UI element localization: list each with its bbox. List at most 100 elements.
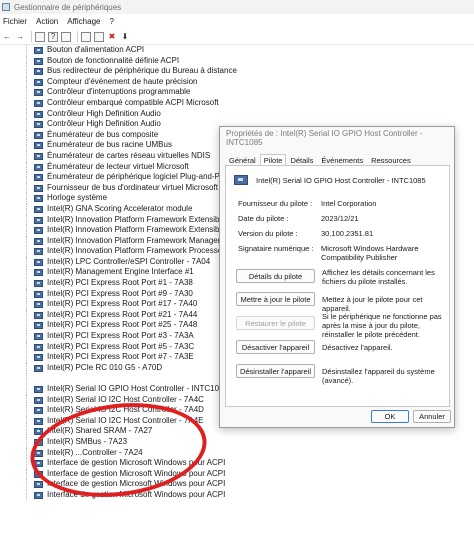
tree-guide-line bbox=[26, 373, 27, 384]
tree-item-label: Fournisseur de bus d'ordinateur virtuel … bbox=[47, 182, 235, 192]
system-device-icon bbox=[34, 407, 43, 415]
tree-item-label: Interface de gestion Microsoft Windows p… bbox=[47, 489, 226, 499]
tree-item-label: Interface de gestion Microsoft Windows p… bbox=[47, 468, 226, 478]
tree-guide-line bbox=[26, 415, 27, 427]
tree-item-label: Énumérateur de bus composite bbox=[47, 129, 159, 139]
back-arrow-icon[interactable]: ← bbox=[2, 32, 12, 42]
tree-guide-line bbox=[26, 150, 27, 162]
system-device-icon bbox=[34, 470, 43, 478]
uninstall-device-desc: Désinstallez l'appareil du système (avan… bbox=[322, 367, 435, 385]
tree-guide-line bbox=[26, 55, 27, 67]
system-device-icon bbox=[34, 184, 43, 192]
menu-help[interactable]: ? bbox=[106, 17, 119, 26]
download-icon[interactable]: ⬇ bbox=[120, 32, 130, 42]
tree-guide-line bbox=[26, 278, 27, 289]
tree-guide-line bbox=[26, 320, 27, 332]
tree-item-label: Énumérateur de cartes réseau virtuelles … bbox=[47, 150, 211, 160]
dialog-title: Propriétés de : Intel(R) Serial IO GPIO … bbox=[226, 129, 423, 147]
ok-button[interactable]: OK bbox=[371, 410, 409, 423]
tree-item-label: Intel(R) SMBus - 7A23 bbox=[47, 436, 128, 446]
system-device-icon bbox=[34, 428, 43, 436]
disable-device-icon[interactable] bbox=[94, 31, 104, 42]
tree-row[interactable]: Interface de gestion Microsoft Windows p… bbox=[0, 489, 474, 501]
system-device-icon bbox=[34, 301, 43, 309]
tree-guide-line bbox=[26, 447, 27, 459]
system-device-icon bbox=[34, 491, 43, 499]
forward-arrow-icon[interactable]: → bbox=[15, 32, 25, 42]
scan-hardware-icon[interactable] bbox=[61, 31, 71, 42]
system-device-icon bbox=[34, 57, 43, 65]
tree-row[interactable]: Contrôleur embarqué compatible ACPI Micr… bbox=[0, 97, 474, 109]
tree-item-label: Intel(R) LPC Controller/eSPI Controller … bbox=[47, 256, 211, 266]
system-device-icon bbox=[34, 152, 43, 160]
system-device-icon bbox=[34, 174, 43, 182]
tree-guide-line bbox=[26, 384, 27, 395]
system-device-icon bbox=[34, 438, 43, 446]
menu-action[interactable]: Action bbox=[33, 17, 64, 26]
tree-item-label: Intel(R) PCI Express Root Port #1 - 7A38 bbox=[47, 278, 193, 288]
system-device-icon bbox=[34, 311, 43, 319]
tree-guide-line bbox=[26, 489, 27, 501]
rollback-driver-button[interactable]: Restaurer le pilote bbox=[236, 316, 315, 330]
tree-guide-line bbox=[26, 203, 27, 215]
tree-row[interactable]: Bus redirecteur de périphérique du Burea… bbox=[0, 66, 474, 77]
tree-item-label: Intel(R) GNA Scoring Accelerator module bbox=[47, 203, 193, 213]
system-device-icon bbox=[34, 460, 43, 468]
prop-value: 30.100.2351.81 bbox=[321, 229, 374, 238]
update-driver-button[interactable]: Mettre à jour le pilote bbox=[236, 292, 315, 306]
tree-row[interactable]: Interface de gestion Microsoft Windows p… bbox=[0, 479, 474, 490]
tree-row[interactable]: Interface de gestion Microsoft Windows p… bbox=[0, 468, 474, 480]
tree-guide-line bbox=[26, 225, 27, 236]
system-device-icon bbox=[34, 78, 43, 86]
toolbar: ← → ? ✖ ⬇ bbox=[0, 29, 474, 45]
prop-value: Intel Corporation bbox=[321, 199, 377, 208]
disable-device-button[interactable]: Désactiver l'appareil bbox=[236, 340, 315, 354]
tree-row[interactable]: Interface de gestion Microsoft Windows p… bbox=[0, 458, 474, 469]
tree-row[interactable]: Contrôleur High Definition Audio bbox=[0, 108, 474, 120]
tree-item-label: Intel(R) Serial IO I2C Host Controller -… bbox=[47, 405, 204, 415]
menu-affichage[interactable]: Affichage bbox=[64, 17, 106, 26]
cancel-button[interactable]: Annuler bbox=[413, 410, 451, 423]
system-device-icon bbox=[34, 195, 43, 203]
tree-guide-line bbox=[26, 235, 27, 247]
tree-guide-line bbox=[26, 468, 27, 480]
tree-item-label: Intel(R) PCI Express Root Port #9 - 7A30 bbox=[47, 288, 193, 298]
system-device-icon bbox=[34, 216, 43, 224]
tree-row[interactable]: Bouton d'alimentation ACPI bbox=[0, 45, 474, 56]
driver-details-button[interactable]: Détails du pilote bbox=[236, 269, 315, 283]
update-driver-desc: Mettez à jour le pilote pour cet apparei… bbox=[322, 295, 423, 313]
tree-item-label: Intel(R) Serial IO GPIO Host Controller … bbox=[47, 384, 228, 393]
device-header: Intel(R) Serial IO GPIO Host Controller … bbox=[234, 175, 426, 185]
system-device-icon bbox=[34, 205, 43, 213]
tree-guide-line bbox=[26, 309, 27, 321]
tree-item-label: Intel(R) PCI Express Root Port #7 - 7A3E bbox=[47, 352, 194, 362]
tree-guide-line bbox=[26, 214, 27, 226]
tree-row[interactable]: Bouton de fonctionnalité définie ACPI bbox=[0, 55, 474, 67]
system-device-icon bbox=[34, 47, 43, 54]
menu-fichier[interactable]: Fichier bbox=[0, 17, 33, 26]
uninstall-device-button[interactable]: Désinstaller l'appareil bbox=[236, 364, 315, 378]
system-device-icon bbox=[34, 89, 43, 97]
rollback-driver-desc: Si le périphérique ne fonctionne pas apr… bbox=[322, 312, 442, 339]
tree-item-label: Intel(R) Innovation Platform Framework E… bbox=[47, 225, 240, 235]
tree-row[interactable]: Intel(R) ...Controller - 7A24 bbox=[0, 447, 474, 459]
update-driver-icon[interactable] bbox=[81, 31, 91, 42]
tree-guide-line bbox=[26, 140, 27, 151]
properties-icon[interactable] bbox=[35, 31, 45, 42]
tree-item-label: Interface de gestion Microsoft Windows p… bbox=[47, 479, 226, 489]
device-icon bbox=[234, 175, 248, 185]
tree-item-label: Énumérateur de périphérique logiciel Plu… bbox=[47, 172, 231, 182]
tree-guide-line bbox=[26, 182, 27, 194]
tree-row[interactable]: Contrôleur d'interruptions programmable bbox=[0, 87, 474, 98]
tree-item-label: Énumérateur de lecteur virtuel Microsoft bbox=[47, 161, 189, 171]
tree-guide-line bbox=[26, 161, 27, 173]
prop-label: Version du pilote : bbox=[238, 229, 298, 238]
tree-row[interactable]: Intel(R) SMBus - 7A23 bbox=[0, 436, 474, 448]
uninstall-device-icon[interactable]: ✖ bbox=[107, 32, 117, 42]
system-device-icon bbox=[34, 417, 43, 425]
driver-details-desc: Affichez les détails concernant les fich… bbox=[322, 268, 435, 286]
help-icon[interactable]: ? bbox=[48, 31, 58, 42]
tree-row[interactable]: Compteur d'événement de haute précision bbox=[0, 76, 474, 88]
tree-item-label: Énumérateur de bus racine UMBus bbox=[47, 140, 172, 150]
tree-item-label: Intel(R) PCI Express Root Port #5 - 7A3C bbox=[47, 341, 195, 351]
